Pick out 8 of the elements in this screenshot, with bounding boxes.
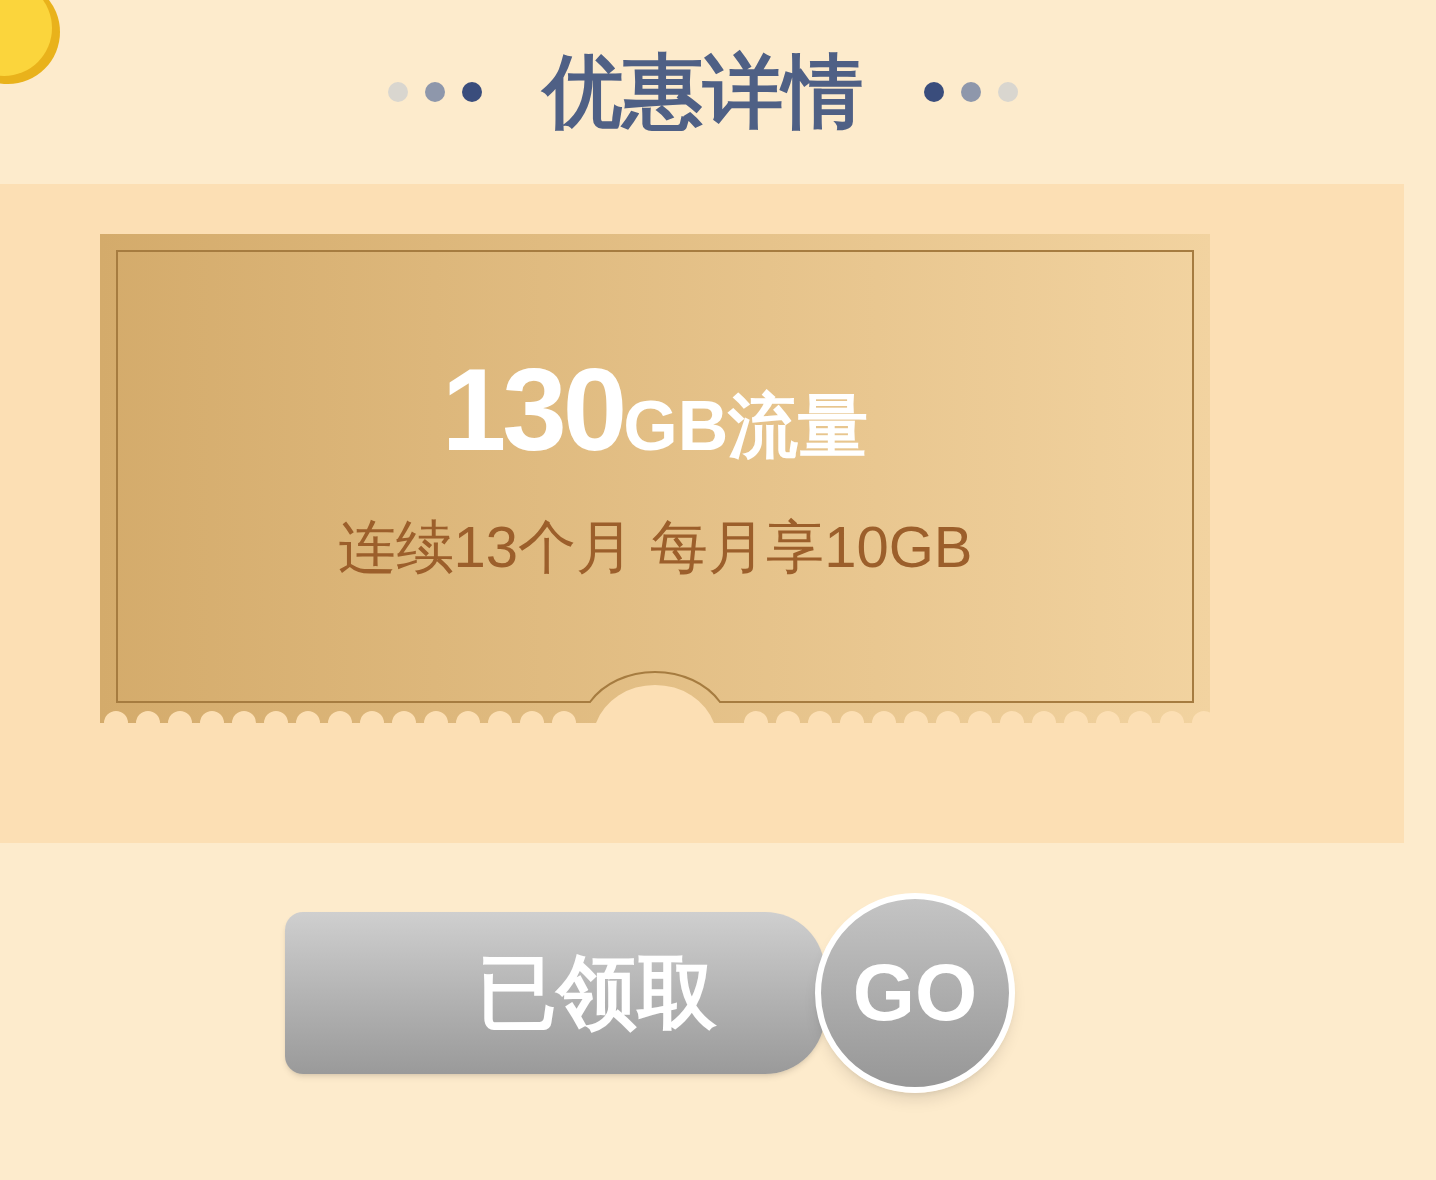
coupon-amount: 130 — [441, 352, 624, 468]
coupon-description: 连续13个月 每月享10GB — [337, 518, 973, 576]
claim-button[interactable]: 已领取 — [285, 912, 825, 1074]
dots-icon — [387, 81, 483, 103]
section-title: 优惠详情 — [543, 52, 863, 132]
go-button[interactable]: GO — [815, 893, 1015, 1093]
dots-icon — [923, 81, 1019, 103]
coupon-unit: GB流量 — [623, 391, 869, 461]
